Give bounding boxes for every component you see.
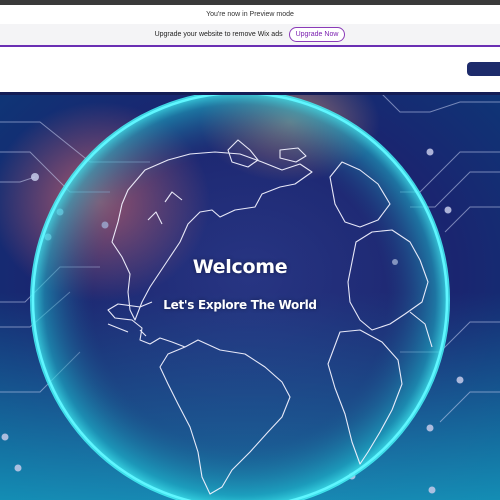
- preview-mode-text: You're now in Preview mode: [206, 11, 294, 18]
- hero-subtitle: Let's Explore The World: [163, 298, 317, 312]
- globe-background-graphic: [0, 92, 500, 500]
- hero-title: Welcome: [192, 256, 288, 278]
- hero-section: [0, 92, 500, 500]
- header-divider: [0, 92, 500, 95]
- wix-ads-banner: Upgrade your website to remove Wix ads U…: [0, 24, 500, 47]
- upgrade-message: Upgrade your website to remove Wix ads: [154, 31, 283, 38]
- header-menu-button[interactable]: [467, 62, 500, 76]
- upgrade-now-button[interactable]: Upgrade Now: [288, 27, 346, 42]
- site-header: [0, 47, 500, 92]
- preview-mode-bar: You're now in Preview mode: [0, 5, 500, 25]
